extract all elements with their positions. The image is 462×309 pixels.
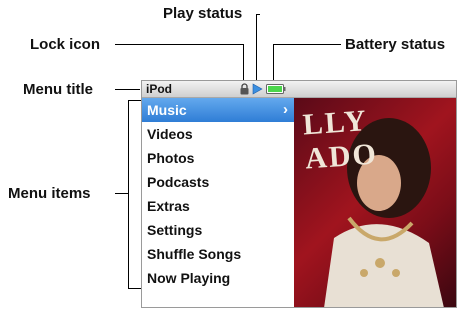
menu-item-label: Extras <box>147 198 190 214</box>
menu-title: iPod <box>146 82 172 96</box>
menu-items-callout: Menu items <box>8 185 91 202</box>
menu-items-bracket-bottom <box>128 288 141 289</box>
album-art: LLY ADO <box>294 98 456 307</box>
menu-item-podcasts[interactable]: Podcasts <box>142 170 294 194</box>
ipod-screen: iPod Music › Videos Photos Podcasts Extr… <box>141 80 457 308</box>
lock-icon-callout: Lock icon <box>30 36 101 53</box>
menu-item-label: Settings <box>147 222 203 238</box>
menu-title-callout: Menu title <box>23 81 93 98</box>
play-status-callout: Play status <box>163 5 243 22</box>
chevron-right-icon: › <box>283 101 288 118</box>
menu-item-label: Podcasts <box>147 174 210 190</box>
battery-status-callout: Battery status <box>345 36 446 53</box>
lock-line-h <box>115 44 243 45</box>
menu-item-label: Now Playing <box>147 270 231 286</box>
menu-items-bracket-v <box>128 100 129 288</box>
title-bar: iPod <box>142 81 456 98</box>
lock-icon <box>240 83 249 95</box>
menu-item-label: Music <box>147 102 187 118</box>
album-art-lettering: LLY ADO <box>301 104 379 176</box>
menu-items-bracket-top <box>128 100 141 101</box>
menu-item-music[interactable]: Music › <box>142 98 294 122</box>
menu-item-shuffle-songs[interactable]: Shuffle Songs <box>142 242 294 266</box>
battery-icon <box>266 84 286 94</box>
menu-item-extras[interactable]: Extras <box>142 194 294 218</box>
menu-item-label: Videos <box>147 126 193 142</box>
menu-title-line <box>115 89 140 90</box>
play-status-line-top <box>256 14 260 15</box>
menu-item-now-playing[interactable]: Now Playing <box>142 266 294 290</box>
menu-items-line-h <box>115 193 129 194</box>
menu-list: Music › Videos Photos Podcasts Extras Se… <box>142 98 294 290</box>
menu-item-videos[interactable]: Videos <box>142 122 294 146</box>
menu-item-settings[interactable]: Settings <box>142 218 294 242</box>
menu-item-photos[interactable]: Photos <box>142 146 294 170</box>
play-status-line <box>256 14 257 86</box>
menu-item-label: Shuffle Songs <box>147 246 242 262</box>
battery-line-h <box>273 44 341 45</box>
play-icon <box>252 83 263 95</box>
menu-item-label: Photos <box>147 150 195 166</box>
